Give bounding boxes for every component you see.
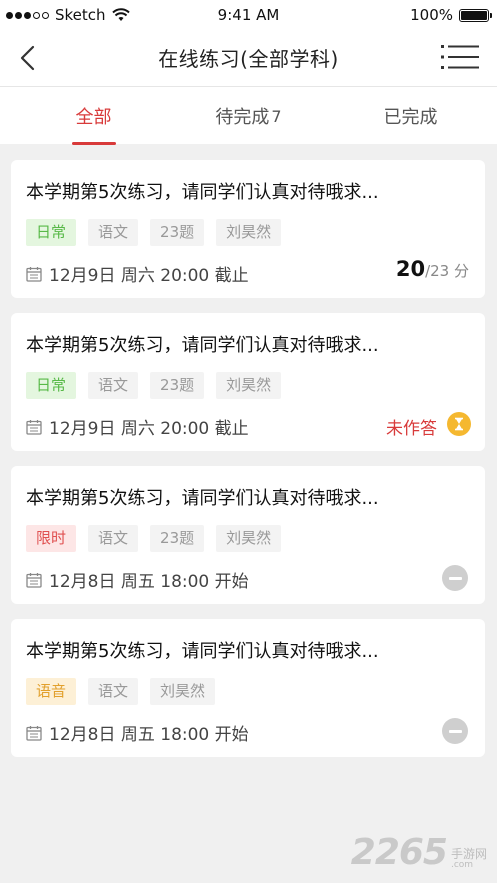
exercise-card[interactable]: 本学期第5次练习，请同学们认真对待哦求... 语音 语文 刘昊然 12月8日 周… bbox=[11, 619, 485, 757]
calendar-icon bbox=[26, 266, 42, 282]
start-time-text: 12月8日 周五 18:00 开始 bbox=[49, 572, 249, 592]
exercise-title: 本学期第5次练习，请同学们认真对待哦求... bbox=[26, 182, 379, 203]
deadline-text: 12月9日 周六 20:00 截止 bbox=[49, 419, 249, 439]
not-started-icon bbox=[442, 565, 468, 591]
tag-list: 日常 语文 23题 刘昊然 bbox=[26, 219, 282, 246]
tag-list: 语音 语文 刘昊然 bbox=[26, 678, 216, 705]
question-count-tag: 23题 bbox=[150, 372, 205, 399]
tab-all-label: 全部 bbox=[75, 107, 112, 128]
type-tag: 日常 bbox=[26, 372, 77, 399]
type-tag: 限时 bbox=[26, 525, 77, 552]
tab-bar: 全部 待完成 7 已完成 bbox=[0, 86, 497, 144]
battery-percent: 100% bbox=[410, 6, 453, 24]
score: 20/23 分 bbox=[396, 257, 469, 281]
exercise-title: 本学期第5次练习，请同学们认真对待哦求... bbox=[26, 641, 379, 662]
unanswered-status: 未作答 bbox=[386, 419, 437, 439]
battery-area: 100% bbox=[410, 6, 492, 24]
question-count-tag: 23题 bbox=[150, 525, 205, 552]
type-tag: 日常 bbox=[26, 219, 77, 246]
tag-list: 日常 语文 23题 刘昊然 bbox=[26, 372, 282, 399]
menu-icon[interactable] bbox=[441, 44, 479, 70]
question-count-tag: 23题 bbox=[150, 219, 205, 246]
hourglass-icon bbox=[447, 412, 471, 436]
score-value: 20 bbox=[395, 257, 426, 281]
tag-list: 限时 语文 23题 刘昊然 bbox=[26, 525, 282, 552]
subject-tag: 语文 bbox=[88, 678, 139, 705]
exercise-title: 本学期第5次练习，请同学们认真对待哦求... bbox=[26, 488, 379, 509]
page-title: 在线练习(全部学科) bbox=[158, 47, 339, 71]
score-total: /23 分 bbox=[425, 262, 469, 280]
tab-completed[interactable]: 已完成 bbox=[328, 87, 493, 145]
teacher-tag: 刘昊然 bbox=[150, 678, 216, 705]
tab-all[interactable]: 全部 bbox=[11, 87, 176, 145]
tab-pending-count: 7 bbox=[271, 106, 282, 126]
battery-icon bbox=[459, 8, 492, 22]
calendar-icon bbox=[26, 419, 42, 435]
watermark-url: .com bbox=[450, 860, 474, 871]
start-time-text: 12月8日 周五 18:00 开始 bbox=[49, 725, 249, 745]
teacher-tag: 刘昊然 bbox=[216, 372, 282, 399]
exercise-title: 本学期第5次练习，请同学们认真对待哦求... bbox=[26, 335, 379, 356]
tab-pending-label: 待完成 bbox=[215, 107, 270, 128]
calendar-icon bbox=[26, 725, 42, 741]
deadline-row: 12月9日 周六 20:00 截止 bbox=[26, 414, 249, 439]
tab-completed-label: 已完成 bbox=[383, 107, 438, 128]
exercise-card[interactable]: 本学期第5次练习，请同学们认真对待哦求... 日常 语文 23题 刘昊然 12月… bbox=[11, 313, 485, 451]
deadline-text: 12月9日 周六 20:00 截止 bbox=[49, 266, 249, 286]
subject-tag: 语文 bbox=[88, 372, 139, 399]
start-time-row: 12月8日 周五 18:00 开始 bbox=[26, 567, 249, 592]
nav-bar: 在线练习(全部学科) bbox=[0, 30, 497, 86]
subject-tag: 语文 bbox=[88, 525, 139, 552]
deadline-row: 12月9日 周六 20:00 截止 bbox=[26, 261, 249, 286]
watermark-logo: 2265 手游网 .com bbox=[351, 835, 487, 871]
calendar-icon bbox=[26, 572, 42, 588]
not-started-icon bbox=[442, 718, 468, 744]
status-bar: Sketch 9:41 AM 100% bbox=[0, 0, 497, 30]
watermark-number: 2265 bbox=[350, 832, 448, 873]
teacher-tag: 刘昊然 bbox=[216, 525, 282, 552]
exercise-card[interactable]: 本学期第5次练习，请同学们认真对待哦求... 限时 语文 23题 刘昊然 12月… bbox=[11, 466, 485, 604]
subject-tag: 语文 bbox=[88, 219, 139, 246]
teacher-tag: 刘昊然 bbox=[216, 219, 282, 246]
tab-pending[interactable]: 待完成 7 bbox=[166, 87, 331, 145]
type-tag: 语音 bbox=[26, 678, 77, 705]
start-time-row: 12月8日 周五 18:00 开始 bbox=[26, 720, 249, 745]
exercise-card[interactable]: 本学期第5次练习，请同学们认真对待哦求... 日常 语文 23题 刘昊然 12月… bbox=[11, 160, 485, 298]
